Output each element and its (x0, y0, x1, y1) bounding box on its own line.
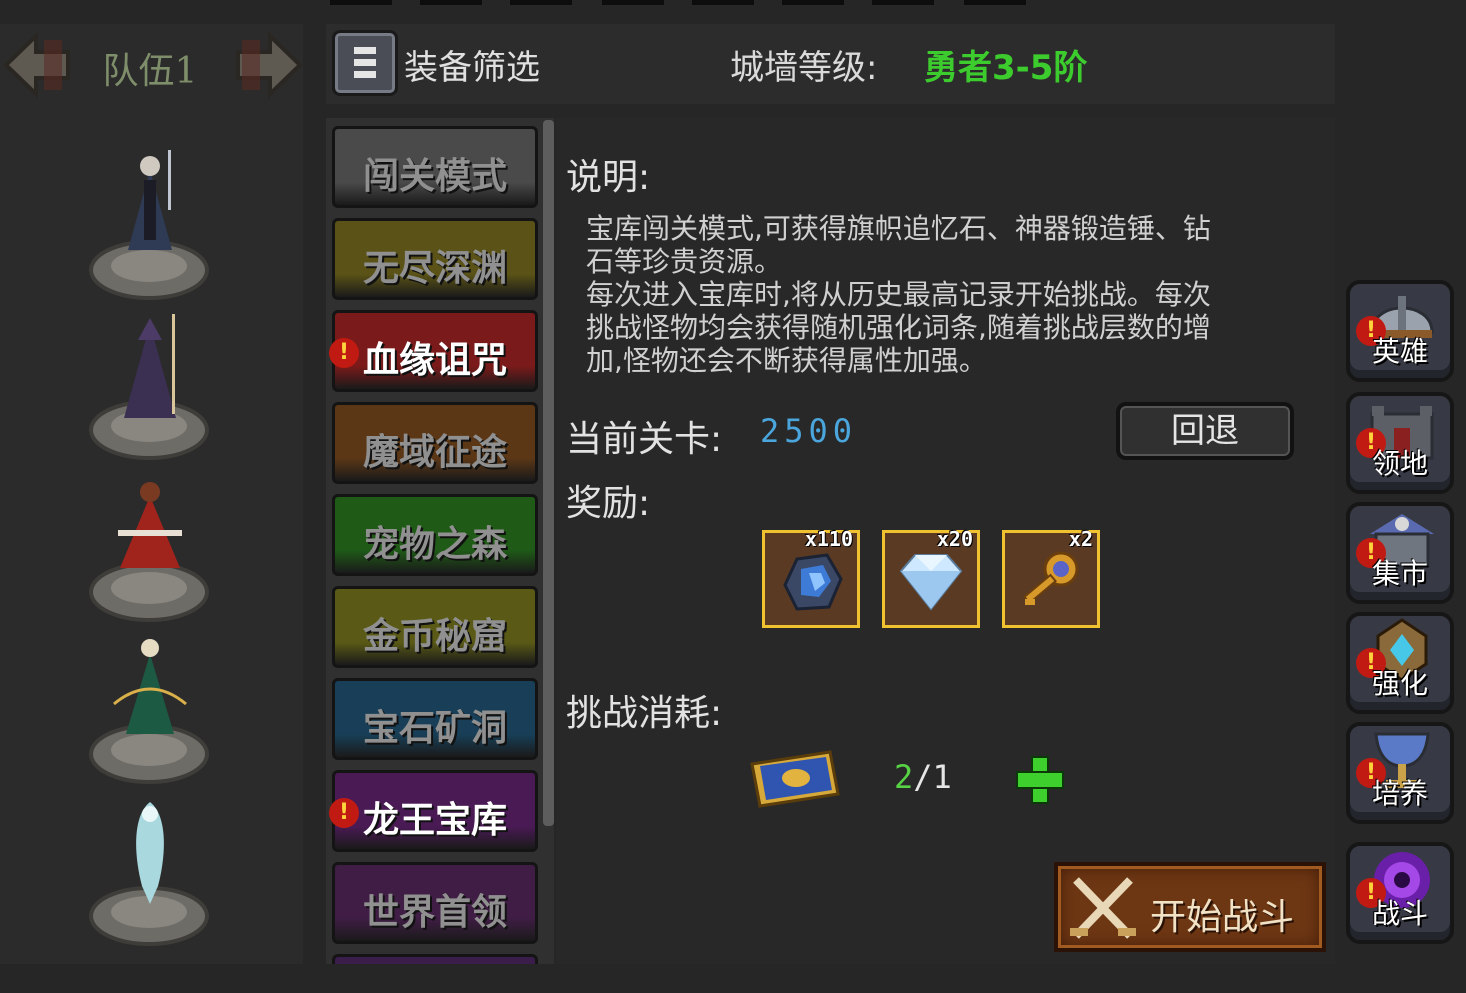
start-battle-button[interactable]: 开始战斗 (1054, 862, 1326, 952)
warrior-hero-icon (118, 482, 182, 568)
nav-enhance-button[interactable]: ! 强化 (1346, 612, 1454, 714)
cost-counter: 2/1 (894, 758, 952, 796)
detail-panel: 说明: 宝库闯关模式,可获得旗帜追忆石、神器锻造锤、钻 石等珍贵资源。 每次进入… (556, 118, 1335, 964)
mode-label: 金币秘窟 (362, 616, 507, 657)
mode-button-bloodline-curse[interactable]: ! 血缘诅咒 (329, 310, 538, 392)
current-stage-label: 当前关卡: (566, 419, 723, 460)
hero-slot-1[interactable] (88, 150, 212, 300)
knight-hero-icon (128, 150, 172, 250)
diamond-icon (899, 554, 963, 611)
cost-owned: 2 (894, 758, 914, 796)
filter-bar: 装备筛选 城墙等级: 勇者3-5阶 (326, 24, 1335, 104)
cost-heading: 挑战消耗: (566, 693, 723, 734)
reward-item-diamond[interactable]: x20 (882, 527, 980, 628)
mode-label: 龙王宝库 (362, 800, 507, 841)
equipment-filter-label[interactable]: 装备筛选 (404, 40, 540, 89)
reward-count: x2 (1068, 527, 1093, 551)
reward-item-key[interactable]: x2 (1002, 527, 1100, 628)
wall-level-label: 城墙等级: (730, 48, 878, 88)
mode-button-pet-forest[interactable]: 宠物之森 (332, 494, 538, 576)
description-line: 每次进入宝库时,将从历史最高记录开始挑战。每次 (586, 278, 1211, 311)
nav-label: 英雄 (1371, 335, 1428, 368)
start-battle-label: 开始战斗 (1150, 897, 1295, 938)
next-team-button[interactable] (232, 30, 304, 100)
hero-slot-4[interactable] (88, 634, 212, 784)
nav-heroes-button[interactable]: ! 英雄 (1346, 280, 1454, 382)
arrow-right-icon (236, 31, 303, 99)
nav-label: 战斗 (1371, 897, 1428, 930)
nav-label: 培养 (1371, 777, 1428, 810)
add-ticket-button[interactable] (1014, 754, 1064, 804)
rollback-button[interactable]: 回退 (1116, 402, 1294, 460)
nav-market-button[interactable]: ! 集市 (1346, 502, 1454, 604)
nav-label: 强化 (1371, 667, 1428, 700)
mode-label: 宠物之森 (362, 524, 507, 565)
spirit-hero-icon (136, 802, 164, 904)
mode-button-world-boss[interactable]: 世界首领 (332, 862, 538, 944)
reward-heading: 奖励: (566, 483, 651, 524)
description-text: 宝库闯关模式,可获得旗帜追忆石、神器锻造锤、钻 石等珍贵资源。 每次进入宝库时,… (586, 212, 1286, 377)
nav-label: 集市 (1371, 557, 1428, 590)
mode-label: 宝石矿洞 (362, 708, 507, 749)
golden-key-icon (1022, 551, 1079, 605)
reward-count: x20 (936, 527, 973, 551)
mode-button-dragon-vault[interactable]: ! 龙王宝库 (329, 770, 538, 852)
description-line: 加,怪物还会不断获得属性加强。 (586, 344, 987, 377)
hero-slot-5[interactable] (88, 796, 212, 946)
description-line: 石等珍贵资源。 (586, 245, 783, 278)
crossed-swords-icon (1070, 877, 1136, 939)
mage-hero-icon (124, 314, 176, 418)
nav-territory-button[interactable]: ! 领地 (1346, 392, 1454, 494)
mode-button-gold-cave[interactable]: 金币秘窟 (332, 586, 538, 668)
ticket-icon (750, 750, 840, 808)
mode-button-partial[interactable] (332, 954, 538, 964)
description-line: 宝库闯关模式,可获得旗帜追忆石、神器锻造锤、钻 (586, 212, 1211, 245)
menu-button[interactable] (332, 30, 398, 96)
mode-label: 魔域征途 (362, 432, 507, 473)
mode-button-abyss[interactable]: 无尽深渊 (332, 218, 538, 300)
mode-button-demon-realm[interactable]: 魔域征途 (332, 402, 538, 484)
description-line: 挑战怪物均会获得随机强化词条,随着挑战层数的增 (586, 311, 1211, 344)
mode-label: 血缘诅咒 (362, 340, 507, 381)
nav-battle-button[interactable]: ! 战斗 (1346, 842, 1454, 944)
top-edge-decoration (330, 0, 1030, 6)
description-heading: 说明: (566, 157, 651, 198)
wall-level-value: 勇者3-5阶 (924, 48, 1088, 88)
hero-slot-2[interactable] (88, 310, 212, 460)
team-name: 队伍1 (102, 51, 198, 92)
mode-label: 无尽深渊 (362, 248, 507, 289)
hero-slot-3[interactable] (88, 472, 212, 622)
archer-hero-icon (113, 639, 187, 734)
nav-label: 领地 (1371, 447, 1428, 480)
blue-ore-icon (783, 553, 843, 611)
prev-team-button[interactable] (2, 30, 74, 100)
mode-label: 世界首领 (362, 892, 507, 933)
nav-cultivate-button[interactable]: ! 培养 (1346, 722, 1454, 824)
arrow-left-icon (3, 31, 70, 99)
mode-button-gem-mine[interactable]: 宝石矿洞 (332, 678, 538, 760)
mode-list-scrollbar[interactable] (543, 120, 554, 826)
mode-button-challenge[interactable]: 闯关模式 (332, 126, 538, 208)
mode-list: 闯关模式 无尽深渊 ! 血缘诅咒 魔域征途 宠物之森 金币秘窟 宝石矿洞 ! 龙王宝… (326, 118, 554, 964)
cost-required: 1 (932, 758, 952, 796)
mode-label: 闯关模式 (362, 156, 507, 197)
reward-item-ore[interactable]: x110 (762, 527, 860, 628)
reward-count: x110 (804, 527, 853, 551)
cost-separator: / (913, 758, 933, 796)
current-stage-value: 2500 (760, 412, 858, 450)
team-header: 队伍1 (0, 24, 303, 104)
